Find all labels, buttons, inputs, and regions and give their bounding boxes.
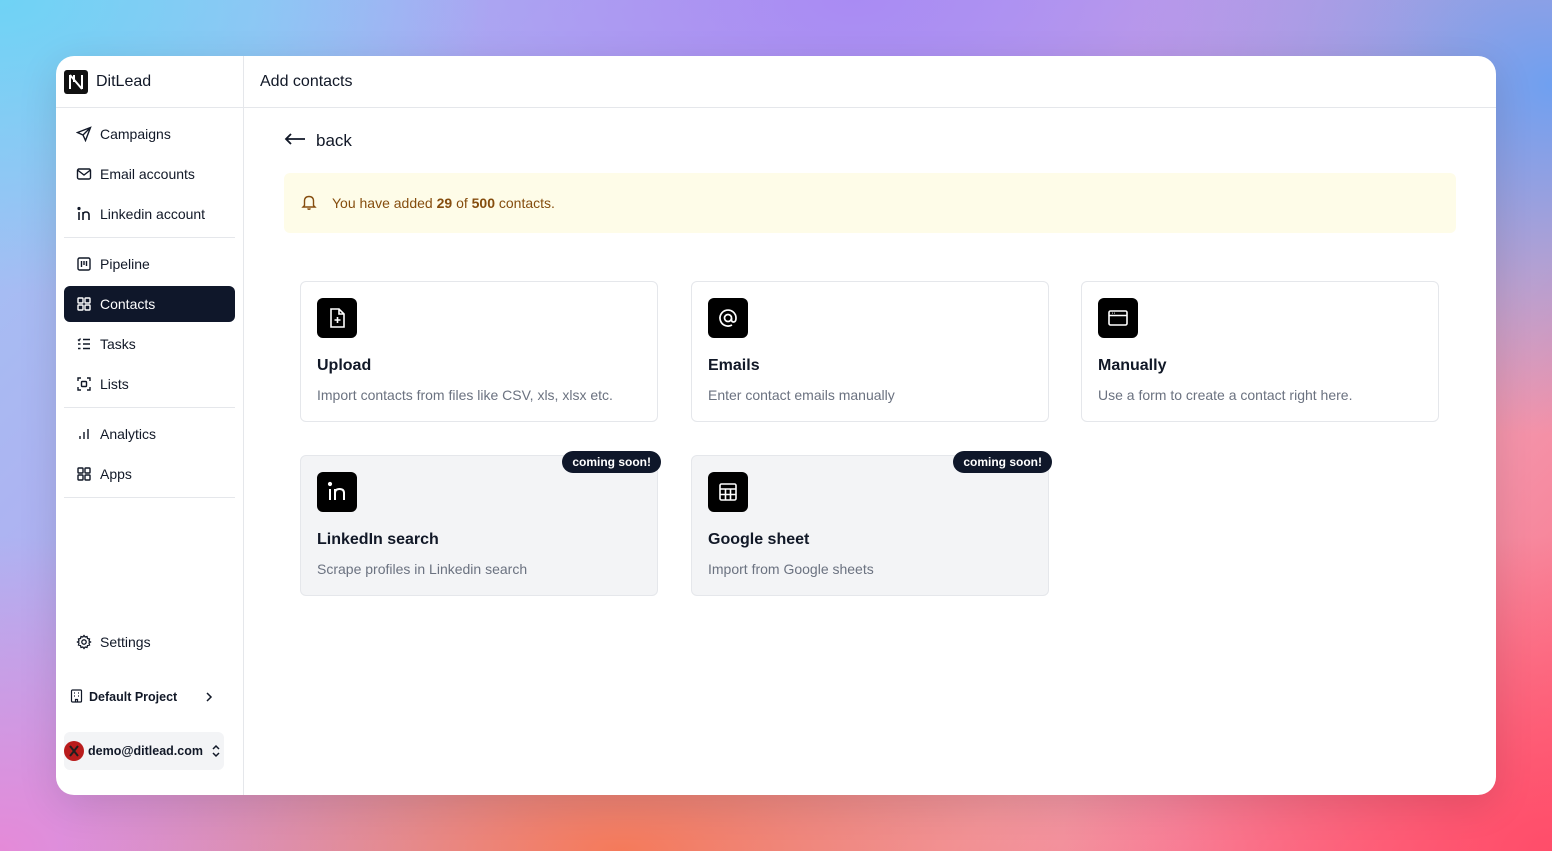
sidebar-item-label: Apps bbox=[100, 466, 132, 482]
sidebar-item-label: Tasks bbox=[100, 336, 136, 352]
back-button[interactable]: back bbox=[284, 131, 352, 151]
card-description: Import from Google sheets bbox=[708, 561, 874, 577]
kanban-icon bbox=[76, 256, 92, 272]
card-title: Upload bbox=[317, 357, 372, 374]
sidebar-item-lists[interactable]: Lists bbox=[64, 366, 235, 402]
sidebar: DitLead Campaigns Email accounts Linkedi… bbox=[56, 56, 244, 795]
contacts-limit: 500 bbox=[471, 195, 495, 211]
arrow-left-icon bbox=[284, 131, 306, 151]
chevron-right-icon bbox=[203, 691, 215, 703]
card-description: Scrape profiles in Linkedin search bbox=[317, 561, 528, 577]
card-title: Manually bbox=[1098, 357, 1167, 374]
divider bbox=[64, 407, 235, 408]
main-content: Add contacts back You have added 29 of 5… bbox=[244, 56, 1496, 795]
project-selector[interactable]: Default Project bbox=[64, 684, 235, 710]
upload-card[interactable]: Upload Import contacts from files like C… bbox=[300, 281, 658, 422]
linkedin-icon bbox=[317, 472, 357, 512]
sidebar-item-apps[interactable]: Apps bbox=[64, 456, 235, 492]
card-title: Google sheet bbox=[708, 531, 810, 548]
sidebar-item-label: Linkedin account bbox=[100, 206, 206, 222]
avatar bbox=[64, 741, 84, 761]
grid-icon bbox=[76, 296, 92, 312]
coming-soon-badge: coming soon! bbox=[953, 451, 1052, 473]
user-menu[interactable]: demo@ditlead.com bbox=[64, 732, 224, 770]
sidebar-item-pipeline[interactable]: Pipeline bbox=[64, 246, 235, 282]
table-icon bbox=[708, 472, 748, 512]
manually-card[interactable]: Manually Use a form to create a contact … bbox=[1081, 281, 1439, 422]
browser-window-icon bbox=[1098, 298, 1138, 338]
sidebar-item-label: Analytics bbox=[100, 426, 157, 442]
user-email: demo@ditlead.com bbox=[88, 744, 203, 758]
ditlead-logo-icon bbox=[64, 69, 88, 94]
emails-card[interactable]: Emails Enter contact emails manually bbox=[691, 281, 1049, 422]
project-name: Default Project bbox=[89, 690, 178, 704]
sidebar-item-label: Campaigns bbox=[100, 126, 171, 142]
sidebar-item-label: Contacts bbox=[100, 296, 156, 312]
send-icon bbox=[76, 126, 92, 142]
app-window: DitLead Campaigns Email accounts Linkedi… bbox=[56, 56, 1496, 795]
linkedin-search-card: coming soon! LinkedIn search Scrape prof… bbox=[300, 451, 661, 596]
notice-text: You have added 29 of 500 contacts. bbox=[332, 195, 555, 211]
sidebar-item-label: Lists bbox=[100, 376, 129, 392]
brand-name: DitLead bbox=[96, 72, 152, 90]
building-icon bbox=[70, 688, 83, 706]
contact-limit-notice: You have added 29 of 500 contacts. bbox=[284, 173, 1456, 233]
sidebar-item-settings[interactable]: Settings bbox=[64, 624, 235, 660]
page-header: Add contacts bbox=[244, 56, 1496, 108]
back-label: back bbox=[316, 131, 352, 150]
sidebar-item-label: Pipeline bbox=[100, 256, 150, 272]
sidebar-item-campaigns[interactable]: Campaigns bbox=[64, 116, 235, 152]
sidebar-item-analytics[interactable]: Analytics bbox=[64, 416, 235, 452]
sidebar-item-label: Email accounts bbox=[100, 166, 195, 182]
card-description: Enter contact emails manually bbox=[708, 387, 895, 403]
card-title: Emails bbox=[708, 357, 760, 374]
card-title: LinkedIn search bbox=[317, 531, 439, 548]
linkedin-icon bbox=[76, 206, 92, 222]
chevron-up-down-icon bbox=[211, 744, 221, 758]
divider bbox=[64, 497, 235, 498]
bell-icon bbox=[300, 193, 318, 214]
bar-chart-icon bbox=[76, 426, 92, 442]
sidebar-item-email-accounts[interactable]: Email accounts bbox=[64, 156, 235, 192]
sidebar-item-label: Settings bbox=[100, 634, 151, 650]
mail-icon bbox=[76, 166, 92, 182]
card-description: Use a form to create a contact right her… bbox=[1098, 387, 1353, 403]
coming-soon-badge: coming soon! bbox=[562, 451, 661, 473]
file-plus-icon bbox=[317, 298, 357, 338]
sidebar-item-tasks[interactable]: Tasks bbox=[64, 326, 235, 362]
card-description: Import contacts from files like CSV, xls… bbox=[317, 387, 613, 403]
brand[interactable]: DitLead bbox=[56, 56, 243, 108]
page-title: Add contacts bbox=[260, 72, 353, 90]
google-sheet-card: coming soon! Google sheet Import from Go… bbox=[691, 451, 1052, 596]
checklist-icon bbox=[76, 336, 92, 352]
sidebar-bottom: Settings Default Project demo@ditlead.co… bbox=[64, 624, 235, 770]
divider bbox=[64, 237, 235, 238]
scan-icon bbox=[76, 376, 92, 392]
at-sign-icon bbox=[708, 298, 748, 338]
apps-grid-icon bbox=[76, 466, 92, 482]
nav-group-main: Campaigns Email accounts Linkedin accoun… bbox=[56, 108, 243, 498]
gear-icon bbox=[76, 634, 92, 650]
sidebar-item-contacts[interactable]: Contacts bbox=[64, 286, 235, 322]
contacts-added-count: 29 bbox=[436, 195, 453, 211]
sidebar-item-linkedin-account[interactable]: Linkedin account bbox=[64, 196, 235, 232]
